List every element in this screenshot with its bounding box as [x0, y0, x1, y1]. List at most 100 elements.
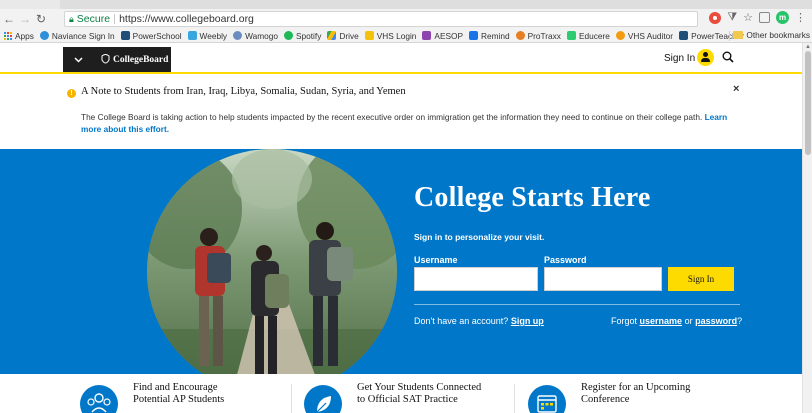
spotify-icon [283, 31, 293, 40]
scroll-up-icon[interactable]: ▲ [805, 44, 811, 50]
promo-divider [514, 384, 515, 413]
site-header: CollegeBoard Sign In [0, 43, 802, 74]
bookmark-spotify[interactable]: Spotify [283, 30, 322, 41]
header-signin-link[interactable]: Sign In [664, 53, 695, 64]
bookmark-label: PowerSchool [132, 30, 182, 41]
protraxx-icon [515, 31, 525, 40]
bookmark-drive[interactable]: Drive [327, 31, 359, 41]
browser-window: ← → ↻ 🔒︎ Secure https://www.collegeboard… [0, 0, 812, 413]
promo-divider [291, 384, 292, 413]
toolbar-icons: ⧩ ☆ m ⋮ [709, 11, 806, 24]
no-account-text: Don't have an account? [414, 316, 509, 326]
close-icon[interactable]: × [733, 83, 739, 95]
promo-sat-practice[interactable]: Get Your Students Connected to Official … [304, 374, 514, 413]
bookmark-label: AESOP [434, 30, 463, 41]
hero-title: College Starts Here [414, 182, 651, 213]
alert-title: A Note to Students from Iran, Iraq, Liby… [81, 86, 406, 97]
bookmark-label: Wamogo [245, 30, 278, 41]
hero-section: College Starts Here Sign in to personali… [0, 149, 802, 374]
powerschool-icon [120, 31, 130, 40]
question-mark: ? [737, 316, 743, 326]
tab[interactable] [0, 0, 60, 9]
logo-text: CollegeBoard [113, 54, 169, 65]
kebab-menu-icon[interactable]: ⋮ [795, 11, 806, 24]
bookmark-weebly[interactable]: Weebly [187, 30, 228, 41]
bookmark-naviance[interactable]: Naviance Sign In [39, 30, 115, 41]
lock-icon: 🔒︎ [69, 13, 74, 24]
bookmark-vhs-auditor[interactable]: VHS Auditor [615, 30, 674, 41]
promo-ap-students[interactable]: Find and Encourage Potential AP Students [80, 374, 280, 413]
username-input[interactable] [414, 267, 538, 291]
bookmark-label: Apps [15, 30, 34, 41]
vhs-auditor-icon [615, 31, 625, 40]
promo-line: Get Your Students Connected [357, 382, 482, 393]
chevron-down-icon [73, 56, 83, 63]
promo-line: Potential AP Students [133, 394, 225, 405]
secure-label: Secure [76, 13, 111, 25]
reload-icon[interactable]: ↻ [34, 11, 48, 27]
naviance-icon [39, 31, 49, 40]
promo-title: Register for an Upcoming Conference [581, 382, 690, 406]
menu-toggle-button[interactable] [63, 47, 93, 72]
user-avatar-icon[interactable] [697, 49, 714, 66]
forgot-password-link[interactable]: password [695, 316, 737, 326]
bookmark-label: Remind [481, 30, 510, 41]
promo-conference[interactable]: Register for an Upcoming Conference [528, 374, 748, 413]
bookmark-educere[interactable]: Educere [566, 30, 610, 41]
url-input[interactable]: 🔒︎ Secure https://www.collegeboard.org [64, 11, 698, 27]
promo-line: Register for an Upcoming [581, 382, 691, 393]
drive-icon [327, 31, 337, 40]
bookmark-remind[interactable]: Remind [469, 31, 510, 41]
alert-body-text: The College Board is taking action to he… [81, 112, 703, 122]
other-bookmarks-label: Other bookmarks [746, 30, 810, 40]
signin-button[interactable]: Sign In [668, 267, 734, 291]
bookmark-vhs-login[interactable]: VHS Login [364, 31, 416, 41]
bookmark-label: ProTraxx [527, 30, 561, 41]
bookmark-apps[interactable]: Apps [4, 31, 34, 41]
extension-red-icon[interactable] [709, 11, 722, 24]
warning-icon: ! [67, 89, 76, 98]
or-text: or [684, 316, 693, 326]
powerteacher-icon [679, 31, 689, 40]
bookmark-label: Spotify [295, 30, 322, 41]
other-bookmarks[interactable]: Other bookmarks [733, 30, 810, 40]
forgot-username-link[interactable]: username [640, 316, 683, 326]
educere-icon [566, 31, 576, 40]
signup-link[interactable]: Sign up [511, 316, 544, 326]
filter-icon[interactable]: ⧩ [727, 11, 737, 24]
password-label: Password [544, 255, 587, 265]
bookmark-wamogo[interactable]: Wamogo [233, 31, 278, 41]
scrollbar-thumb[interactable] [805, 51, 811, 155]
forgot-text: Forgot [611, 316, 638, 326]
extension-green-icon[interactable]: m [776, 11, 789, 24]
promo-title: Get Your Students Connected to Official … [357, 382, 481, 406]
bookmark-label: Weebly [199, 30, 228, 41]
promo-row: Find and Encourage Potential AP Students… [0, 374, 802, 413]
vhs-icon [364, 31, 374, 40]
search-icon[interactable] [722, 51, 734, 63]
star-icon[interactable]: ☆ [743, 11, 753, 24]
extension-box-icon[interactable] [759, 12, 770, 23]
password-input[interactable] [544, 267, 662, 291]
tab-strip [0, 0, 812, 9]
promo-line: to Official SAT Practice [357, 394, 458, 405]
bookmarks-bar: Apps Naviance Sign In PowerSchool Weebly… [0, 29, 812, 43]
url-text: https://www.collegeboard.org [119, 13, 254, 25]
bookmark-powerschool[interactable]: PowerSchool [120, 30, 182, 41]
promo-title: Find and Encourage Potential AP Students [133, 382, 224, 406]
collegeboard-logo[interactable]: CollegeBoard [93, 47, 171, 72]
apps-grid-icon [4, 31, 12, 40]
bookmark-protraxx[interactable]: ProTraxx [515, 30, 561, 41]
page-scrollbar[interactable]: ▲ [802, 43, 812, 413]
forgot-credentials: Forgot username or password? [611, 316, 742, 326]
hero-subtitle: Sign in to personalize your visit. [414, 232, 545, 242]
wamogo-icon [233, 31, 243, 40]
bookmark-aesop[interactable]: AESOP [422, 31, 463, 41]
people-group-icon [80, 385, 118, 413]
back-icon[interactable]: ← [2, 11, 16, 27]
bookmark-label: VHS Auditor [627, 30, 674, 41]
bookmark-label: Educere [578, 30, 610, 41]
acorn-logo-icon [101, 54, 110, 64]
forward-icon[interactable]: → [18, 11, 32, 27]
bookmark-label: Naviance Sign In [51, 30, 115, 41]
